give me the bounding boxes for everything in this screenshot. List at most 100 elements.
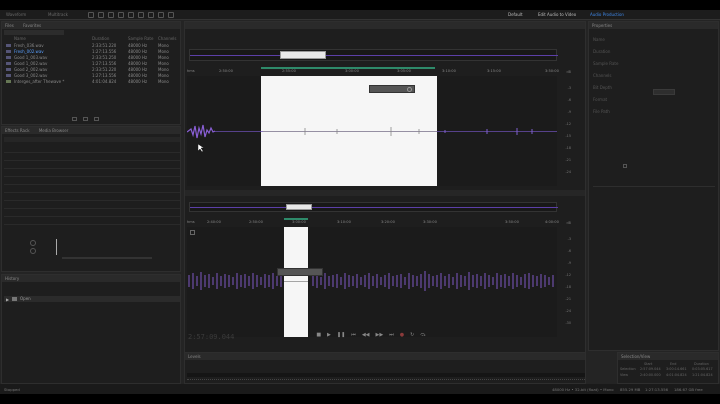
marquee-tool-icon[interactable] (138, 12, 144, 18)
spectral-tool-icon[interactable] (88, 12, 94, 18)
effect-slot[interactable] (4, 185, 180, 193)
col-duration[interactable]: Duration (92, 36, 109, 41)
hud-volume-control[interactable] (369, 85, 415, 93)
session-file-icon (6, 80, 11, 83)
col-name[interactable]: Name (14, 36, 26, 41)
properties-checkbox[interactable] (623, 164, 627, 168)
timeline-ruler-bottom[interactable]: hms 2:40:00 2:50:00 3:00:00 3:10:00 3:20… (187, 219, 559, 226)
effect-slot[interactable] (4, 161, 180, 169)
file-row[interactable]: Fresh_036.wav 2:33:51.220 48000 Hz Mono (4, 43, 180, 48)
healing-tool-icon[interactable] (168, 12, 174, 18)
move-tool-icon[interactable] (108, 12, 114, 18)
overview-bar-top[interactable] (189, 49, 558, 61)
workspace-audio-production[interactable]: Audio Production (590, 12, 624, 17)
history-item[interactable]: ▶ Open (4, 296, 180, 302)
tab-multitrack[interactable]: Multitrack (48, 12, 68, 17)
properties-button[interactable] (653, 89, 675, 95)
tab-favorites[interactable]: Favorites (23, 23, 41, 28)
tab-levels[interactable]: Levels (188, 354, 201, 359)
level-meter-scale (187, 379, 585, 380)
zoom-viewport-top[interactable] (280, 51, 326, 59)
go-to-end-button[interactable]: ⏭ (389, 332, 394, 341)
skip-button[interactable]: ⤼ (420, 332, 425, 341)
file-row[interactable]: Good 3_002.wav 1:27:13.556 48000 Hz Mono (4, 73, 180, 78)
file-row[interactable]: Interges_after Thewave * 4:01:04.824 48000… (4, 79, 180, 84)
editor-divider[interactable] (185, 190, 585, 196)
file-row[interactable]: Good 1_003.wav 2:33:51.250 48000 Hz Mono (4, 55, 180, 60)
files-column-header: Name Duration Sample Rate Channels (4, 36, 180, 41)
effect-slot[interactable] (4, 193, 180, 201)
status-bar: Stopped 48000 Hz • 32-bit (float) • Mono… (0, 384, 720, 394)
input-level-knob[interactable] (30, 240, 36, 246)
selection-start-field[interactable]: 2:57:09.044 (640, 367, 661, 371)
fast-forward-button[interactable]: ▶▶ (376, 332, 384, 341)
level-meter-marker (56, 239, 57, 255)
selection-view-header: Selection/View (618, 353, 718, 360)
preset-dropdown[interactable] (4, 137, 180, 142)
output-level-knob[interactable] (30, 248, 36, 254)
waveform-view-top[interactable] (187, 76, 557, 186)
selection-view-table: Start End Duration Selection 2:57:09.044… (618, 362, 718, 379)
mix-slider[interactable] (62, 257, 152, 259)
timeline-ruler-top[interactable]: hms 2:50:00 2:55:00 3:00:00 3:05:00 3:10… (187, 68, 559, 75)
selection-end-field[interactable]: 3:00:14.661 (666, 367, 687, 371)
go-to-start-button[interactable]: ⏮ (351, 332, 356, 341)
new-file-icon[interactable] (72, 117, 77, 121)
effect-slot[interactable] (4, 153, 180, 161)
files-panel: Files Favorites Name Duration Sample Rat… (1, 21, 181, 125)
volume-knob-icon[interactable] (407, 87, 412, 92)
time-select-tool-icon[interactable] (128, 12, 134, 18)
workspace-default[interactable]: Default (508, 12, 523, 17)
play-button[interactable]: ▶ (327, 332, 331, 341)
effect-slot[interactable] (4, 201, 180, 209)
col-sample-rate[interactable]: Sample Rate (128, 36, 153, 41)
stop-button[interactable]: ■ (316, 332, 321, 341)
selection-bar-top[interactable] (261, 67, 435, 69)
tab-selection-view[interactable]: Selection/View (621, 354, 650, 359)
editor-tab[interactable] (188, 23, 189, 28)
lasso-tool-icon[interactable] (148, 12, 154, 18)
effect-slot[interactable] (4, 177, 180, 185)
selection-duration-field[interactable]: 0:03:05.617 (692, 367, 713, 371)
view-row: View 2:40:00.000 4:01:04.824 1:21:04.824 (620, 373, 713, 377)
effect-slots (4, 145, 180, 237)
effect-slot[interactable] (4, 169, 180, 177)
waveform-view-bottom[interactable] (187, 227, 557, 337)
razor-tool-icon[interactable] (118, 12, 124, 18)
overview-bar-bottom[interactable] (189, 202, 558, 212)
rewind-button[interactable]: ◀◀ (362, 332, 370, 341)
properties-divider (593, 186, 715, 187)
file-row[interactable]: Fresh_002.wav 1:27:13.556 48000 Hz Mono (4, 49, 180, 54)
files-search-input[interactable] (4, 30, 64, 35)
open-file-icon[interactable] (83, 117, 88, 121)
view-duration-field[interactable]: 1:21:04.824 (692, 373, 713, 377)
tab-files[interactable]: Files (5, 23, 14, 28)
view-start-field[interactable]: 2:40:00.000 (640, 373, 661, 377)
tab-media-browser[interactable]: Media Browser (39, 128, 69, 133)
view-end-field[interactable]: 4:01:04.824 (666, 373, 687, 377)
status-duration: 1:27:13.556 (645, 387, 669, 392)
brush-tool-icon[interactable] (158, 12, 164, 18)
view-toggle-icon[interactable] (190, 230, 195, 235)
overview-waveform (190, 207, 558, 208)
record-button[interactable]: ● (400, 332, 404, 341)
pitch-tool-icon[interactable] (98, 12, 104, 18)
tab-waveform[interactable]: Waveform (6, 12, 26, 17)
hud-volume-control-bottom[interactable] (277, 268, 323, 276)
loop-button[interactable]: ↻ (410, 332, 414, 341)
workspace-edit-audio-to-video[interactable]: Edit Audio to Video (538, 12, 576, 17)
effect-slot[interactable] (4, 145, 180, 153)
col-channels[interactable]: Channels (158, 36, 177, 41)
effect-slot[interactable] (4, 217, 180, 225)
history-panel: History ▶ Open (1, 274, 181, 384)
pause-button[interactable]: ❚❚ (337, 332, 345, 341)
delete-file-icon[interactable] (94, 117, 99, 121)
file-row[interactable]: Good 2_002.wav 2:33:51.220 48000 Hz Mono (4, 67, 180, 72)
effect-slot[interactable] (4, 209, 180, 217)
tab-history[interactable]: History (5, 276, 19, 281)
file-row[interactable]: Good 1_002.wav 1:27:13.556 48000 Hz Mono (4, 61, 180, 66)
tab-effects-rack[interactable]: Effects Rack (5, 128, 30, 133)
zoom-viewport-bottom[interactable] (286, 204, 312, 210)
selection-bar-bottom[interactable] (284, 218, 308, 220)
tab-properties[interactable]: Properties (592, 23, 612, 28)
